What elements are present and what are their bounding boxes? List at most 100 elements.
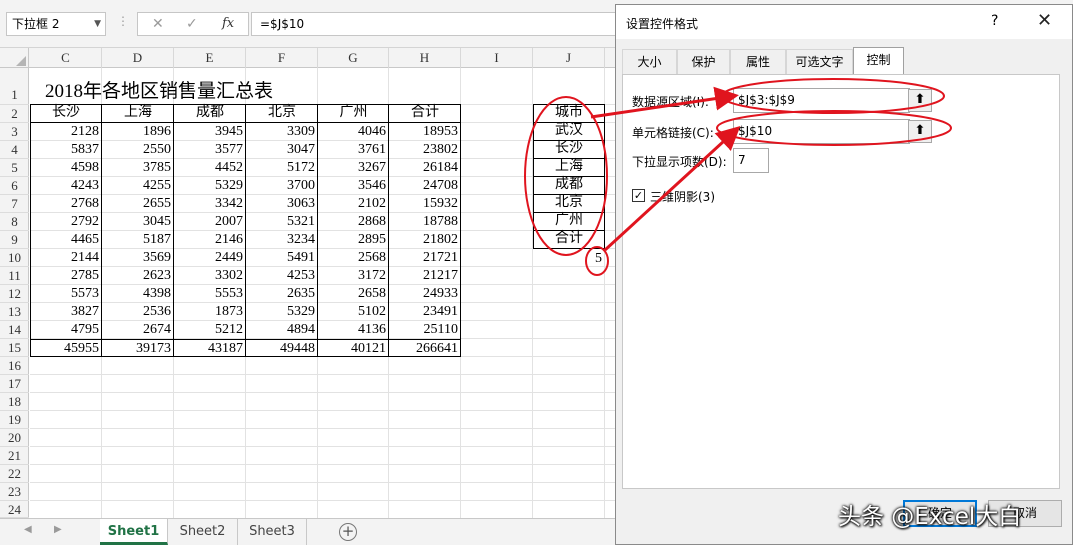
table-cell[interactable]: 2128	[30, 123, 102, 141]
column-header-e[interactable]: E	[174, 48, 246, 68]
list-item[interactable]: 成都	[533, 176, 605, 194]
table-cell[interactable]: 3569	[102, 249, 174, 267]
table-cell[interactable]: 23802	[389, 141, 461, 159]
tab-sheet2[interactable]: Sheet2	[168, 519, 238, 545]
list-item[interactable]: 广州	[533, 212, 605, 230]
row-header[interactable]: 18	[0, 393, 29, 411]
collapse-dialog-icon[interactable]: ⬆	[908, 120, 932, 143]
table-cell[interactable]: 2785	[30, 267, 102, 285]
table-cell[interactable]: 5491	[246, 249, 318, 267]
table-cell[interactable]: 5329	[174, 177, 246, 195]
row-header[interactable]: 4	[0, 141, 29, 159]
table-cell[interactable]: 4046	[318, 123, 389, 141]
row-header[interactable]: 1	[0, 68, 29, 105]
table-cell[interactable]: 3785	[102, 159, 174, 177]
row-header[interactable]: 23	[0, 483, 29, 501]
table-cell[interactable]: 2144	[30, 249, 102, 267]
row-header[interactable]: 12	[0, 285, 29, 303]
total-cell[interactable]: 266641	[389, 340, 461, 358]
column-header-j[interactable]: J	[533, 48, 605, 68]
table-cell[interactable]: 5102	[318, 303, 389, 321]
total-cell[interactable]: 45955	[30, 340, 102, 358]
table-cell[interactable]: 4253	[246, 267, 318, 285]
table-cell[interactable]: 5172	[246, 159, 318, 177]
table-header[interactable]: 长沙	[30, 104, 102, 122]
table-cell[interactable]: 4255	[102, 177, 174, 195]
table-cell[interactable]: 3302	[174, 267, 246, 285]
table-cell[interactable]: 3047	[246, 141, 318, 159]
table-cell[interactable]: 21721	[389, 249, 461, 267]
help-icon[interactable]: ?	[991, 13, 998, 29]
table-cell[interactable]: 24708	[389, 177, 461, 195]
table-cell[interactable]: 3827	[30, 303, 102, 321]
table-cell[interactable]: 2007	[174, 213, 246, 231]
column-header-i[interactable]: I	[461, 48, 533, 68]
table-cell[interactable]: 1896	[102, 123, 174, 141]
row-header[interactable]: 14	[0, 321, 29, 339]
table-cell[interactable]: 2868	[318, 213, 389, 231]
table-cell[interactable]: 2768	[30, 195, 102, 213]
table-cell[interactable]: 5321	[246, 213, 318, 231]
list-item[interactable]: 武汉	[533, 122, 605, 140]
tab-size[interactable]: 大小	[622, 49, 677, 75]
table-cell[interactable]: 3761	[318, 141, 389, 159]
dialog-title-bar[interactable]: 设置控件格式 ? ✕	[616, 5, 1072, 39]
table-cell[interactable]: 3045	[102, 213, 174, 231]
column-header-f[interactable]: F	[246, 48, 318, 68]
table-cell[interactable]: 3700	[246, 177, 318, 195]
cell-link-field[interactable]: $J$10	[733, 119, 910, 144]
sheet-title[interactable]: 2018年各地区销售量汇总表	[45, 76, 273, 103]
table-cell[interactable]: 21802	[389, 231, 461, 249]
list-item[interactable]: 城市	[533, 104, 605, 122]
cancel-icon[interactable]: ✕	[152, 16, 164, 32]
table-header[interactable]: 广州	[318, 104, 389, 122]
table-cell[interactable]: 4795	[30, 321, 102, 339]
column-header-c[interactable]: C	[30, 48, 102, 68]
table-cell[interactable]: 5573	[30, 285, 102, 303]
table-cell[interactable]: 5212	[174, 321, 246, 339]
table-cell[interactable]: 3342	[174, 195, 246, 213]
table-cell[interactable]: 5837	[30, 141, 102, 159]
table-cell[interactable]: 1873	[174, 303, 246, 321]
list-item[interactable]: 长沙	[533, 140, 605, 158]
list-item[interactable]: 北京	[533, 194, 605, 212]
table-header[interactable]: 合计	[389, 104, 461, 122]
table-cell[interactable]: 18953	[389, 123, 461, 141]
row-header[interactable]: 16	[0, 357, 29, 375]
row-header[interactable]: 8	[0, 213, 29, 231]
table-cell[interactable]: 5187	[102, 231, 174, 249]
table-cell[interactable]: 4243	[30, 177, 102, 195]
table-cell[interactable]: 2536	[102, 303, 174, 321]
row-header[interactable]: 15	[0, 339, 29, 357]
row-header[interactable]: 11	[0, 267, 29, 285]
table-cell[interactable]: 2674	[102, 321, 174, 339]
chevron-down-icon[interactable]: ▼	[94, 13, 101, 35]
close-icon[interactable]: ✕	[1037, 10, 1052, 31]
enter-icon[interactable]: ✓	[186, 16, 198, 32]
row-header[interactable]: 13	[0, 303, 29, 321]
scroll-left-icon[interactable]: ◀	[24, 524, 32, 535]
row-header[interactable]: 3	[0, 123, 29, 141]
table-cell[interactable]: 3267	[318, 159, 389, 177]
table-cell[interactable]: 3546	[318, 177, 389, 195]
table-cell[interactable]: 4398	[102, 285, 174, 303]
table-cell[interactable]: 23491	[389, 303, 461, 321]
row-header[interactable]: 9	[0, 231, 29, 249]
table-cell[interactable]: 24933	[389, 285, 461, 303]
table-cell[interactable]: 4598	[30, 159, 102, 177]
collapse-dialog-icon[interactable]: ⬆	[908, 89, 932, 112]
table-cell[interactable]: 2102	[318, 195, 389, 213]
table-cell[interactable]: 3172	[318, 267, 389, 285]
column-header-d[interactable]: D	[102, 48, 174, 68]
tab-sheet3[interactable]: Sheet3	[238, 519, 307, 545]
row-header[interactable]: 17	[0, 375, 29, 393]
table-cell[interactable]: 2635	[246, 285, 318, 303]
table-cell[interactable]: 2623	[102, 267, 174, 285]
table-header[interactable]: 上海	[102, 104, 174, 122]
table-cell[interactable]: 3577	[174, 141, 246, 159]
function-icon[interactable]: fx	[222, 16, 234, 31]
tab-alt-text[interactable]: 可选文字	[786, 49, 853, 75]
total-cell[interactable]: 39173	[102, 340, 174, 358]
table-cell[interactable]: 4452	[174, 159, 246, 177]
row-header[interactable]: 7	[0, 195, 29, 213]
